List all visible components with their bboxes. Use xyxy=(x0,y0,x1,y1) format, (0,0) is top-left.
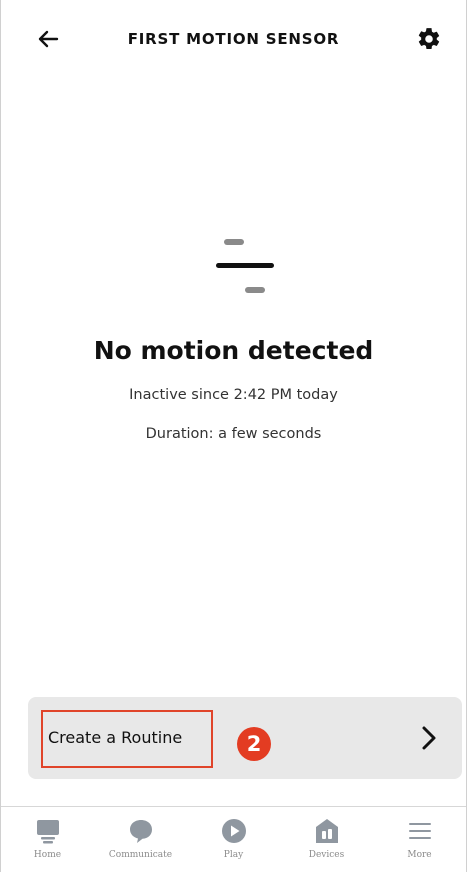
create-routine-card[interactable]: Create a Routine 2 xyxy=(28,697,462,779)
nav-label-home: Home xyxy=(33,850,62,860)
nav-label-devices: Devices xyxy=(308,850,345,860)
device-detail-screen: FIRST MOTION SENSOR No motion detected I… xyxy=(0,0,467,872)
settings-button[interactable] xyxy=(412,22,446,56)
gear-icon xyxy=(418,28,440,50)
motion-sensor-icon xyxy=(216,239,274,293)
menu-lines-icon xyxy=(405,816,435,846)
nav-item-play[interactable]: Play xyxy=(187,807,280,872)
devices-house-icon xyxy=(312,816,342,846)
bottom-nav-bar: Home Communicate Play Devices More xyxy=(1,806,466,872)
create-routine-label: Create a Routine xyxy=(48,728,183,747)
play-icon xyxy=(219,816,249,846)
nav-item-home[interactable]: Home xyxy=(1,807,94,872)
step-number-badge: 2 xyxy=(237,727,271,761)
status-title: No motion detected xyxy=(93,336,374,365)
inactive-since-text: Inactive since 2:42 PM today xyxy=(129,387,338,403)
chevron-right-icon xyxy=(422,726,436,750)
nav-label-communicate: Communicate xyxy=(108,850,173,860)
header-bar: FIRST MOTION SENSOR xyxy=(1,0,466,80)
duration-text: Duration: a few seconds xyxy=(145,426,322,442)
home-icon xyxy=(33,816,63,846)
nav-label-more: More xyxy=(407,850,432,860)
page-title: FIRST MOTION SENSOR xyxy=(127,30,340,48)
chat-bubble-icon xyxy=(126,816,156,846)
nav-item-communicate[interactable]: Communicate xyxy=(94,807,187,872)
nav-label-play: Play xyxy=(223,850,244,860)
nav-item-more[interactable]: More xyxy=(373,807,466,872)
nav-item-devices[interactable]: Devices xyxy=(280,807,373,872)
